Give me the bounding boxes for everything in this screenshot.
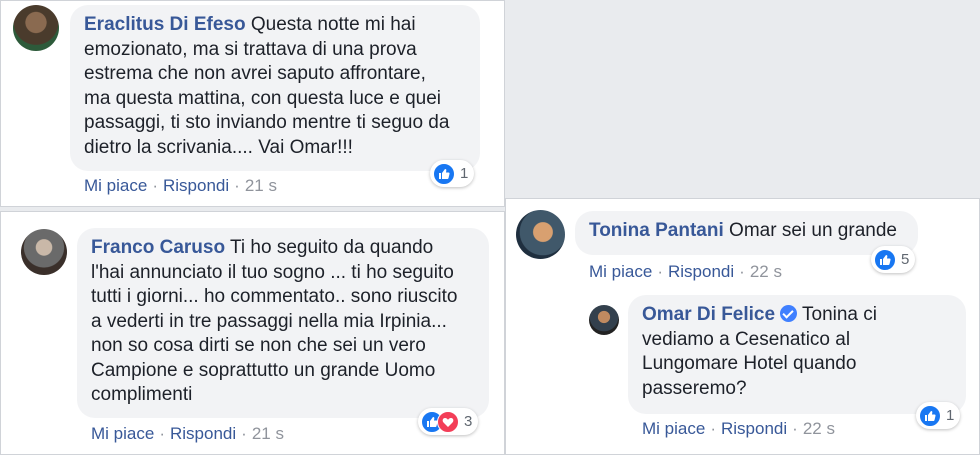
reply-link[interactable]: Rispondi [163, 176, 229, 195]
comment-bubble: Eraclitus Di Efeso Questa notte mi hai e… [70, 5, 480, 171]
comment-author[interactable]: Franco Caruso [91, 237, 225, 258]
reaction-summary[interactable]: 1 [430, 160, 475, 187]
reaction-count: 5 [901, 251, 910, 268]
love-icon [437, 410, 459, 433]
comment-author[interactable]: Tonina Pantani [589, 220, 724, 241]
avatar[interactable] [21, 229, 67, 275]
comment-author[interactable]: Eraclitus Di Efeso [84, 14, 246, 35]
comment-author[interactable]: Omar Di Felice [642, 304, 775, 325]
timestamp[interactable]: 22 s [750, 262, 782, 281]
reaction-count: 3 [464, 413, 473, 430]
avatar[interactable] [516, 210, 565, 259]
comment-thread-tonina: Tonina Pantani Omar sei un grande 5 Mi p… [505, 198, 980, 455]
timestamp[interactable]: 22 s [803, 419, 835, 438]
reply-link[interactable]: Rispondi [721, 419, 787, 438]
like-link[interactable]: Mi piace [91, 424, 154, 443]
like-link[interactable]: Mi piace [84, 176, 147, 195]
reaction-count: 1 [946, 407, 955, 424]
like-icon [874, 248, 896, 271]
comment-actions: Mi piace · Rispondi · 21 s [91, 424, 284, 443]
avatar[interactable] [13, 5, 59, 51]
reaction-summary[interactable]: 3 [418, 408, 479, 435]
verified-badge-icon [780, 305, 798, 322]
comment-text: Ti ho seguito da quando l'hai annunciato… [91, 237, 458, 405]
comment-actions: Mi piace · Rispondi · 22 s [589, 262, 782, 281]
comment-actions: Mi piace · Rispondi · 22 s [642, 419, 835, 438]
comment-bubble: Omar Di Felice Tonina ci vediamo a Cesen… [628, 295, 966, 414]
timestamp[interactable]: 21 s [245, 176, 277, 195]
reply-link[interactable]: Rispondi [170, 424, 236, 443]
comment-text: Omar sei un grande [729, 220, 897, 241]
reply-link[interactable]: Rispondi [668, 262, 734, 281]
timestamp[interactable]: 21 s [252, 424, 284, 443]
reaction-summary[interactable]: 5 [871, 246, 916, 273]
comment-text: Questa notte mi hai emozionato, ma si tr… [84, 14, 450, 158]
like-link[interactable]: Mi piace [642, 419, 705, 438]
comment-eraclitus: Eraclitus Di Efeso Questa notte mi hai e… [0, 0, 505, 207]
like-icon [433, 162, 455, 185]
like-icon [919, 404, 941, 427]
reaction-count: 1 [460, 165, 469, 182]
reaction-summary[interactable]: 1 [916, 402, 961, 429]
like-link[interactable]: Mi piace [589, 262, 652, 281]
avatar[interactable] [589, 305, 619, 335]
comment-franco: Franco Caruso Ti ho seguito da quando l'… [0, 211, 505, 455]
comment-bubble: Tonina Pantani Omar sei un grande [575, 211, 918, 255]
comment-actions: Mi piace · Rispondi · 21 s [84, 176, 277, 195]
comment-bubble: Franco Caruso Ti ho seguito da quando l'… [77, 228, 489, 418]
